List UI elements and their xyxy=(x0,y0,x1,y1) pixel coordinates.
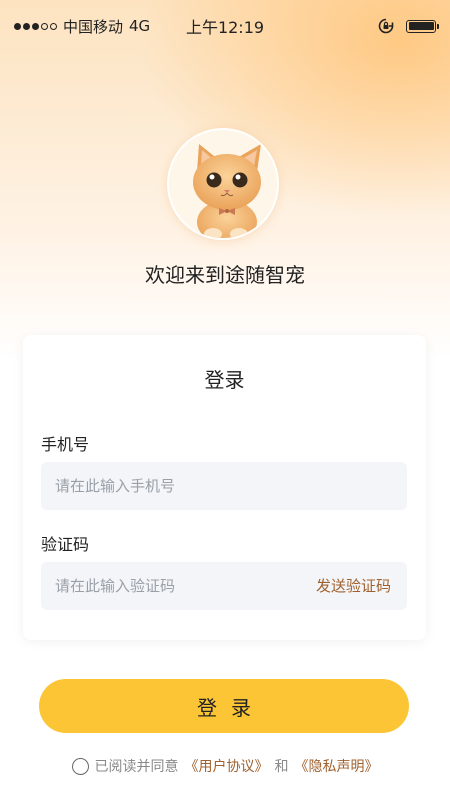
login-card-title: 登录 xyxy=(204,368,245,392)
code-label: 验证码 xyxy=(41,535,90,554)
welcome-title: 欢迎来到途随智宠 xyxy=(145,263,305,287)
agreement-conjunction: 和 xyxy=(274,759,289,775)
code-row: 发送验证码 xyxy=(41,562,407,610)
agreement-row: 已阅读并同意 《用户协议》 和 《隐私声明》 xyxy=(0,756,450,776)
user-agreement-link[interactable]: 《用户协议》 xyxy=(185,756,269,776)
agreement-checkbox[interactable] xyxy=(71,757,89,775)
status-left: 中国移动 4G xyxy=(14,16,150,37)
carrier-name: 中国移动 xyxy=(63,17,124,36)
rotation-lock-icon xyxy=(378,18,394,34)
battery-level xyxy=(408,22,434,30)
signal-strength-icon xyxy=(14,22,57,30)
avatar xyxy=(167,128,279,240)
phone-label: 手机号 xyxy=(41,435,90,454)
login-card: 登录 手机号 验证码 发送验证码 xyxy=(23,335,426,640)
cat-mascot-icon xyxy=(169,130,277,238)
send-code-button[interactable]: 发送验证码 xyxy=(316,562,391,610)
login-button[interactable]: 登录 xyxy=(39,679,409,733)
network-type: 4G xyxy=(129,17,151,35)
status-bar: 中国移动 4G 上午12:19 xyxy=(0,0,450,52)
agreement-prefix: 已阅读并同意 xyxy=(94,759,179,775)
phone-input[interactable] xyxy=(41,462,407,510)
status-right xyxy=(378,18,439,34)
battery-icon xyxy=(406,19,439,33)
privacy-statement-link[interactable]: 《隐私声明》 xyxy=(295,756,379,776)
